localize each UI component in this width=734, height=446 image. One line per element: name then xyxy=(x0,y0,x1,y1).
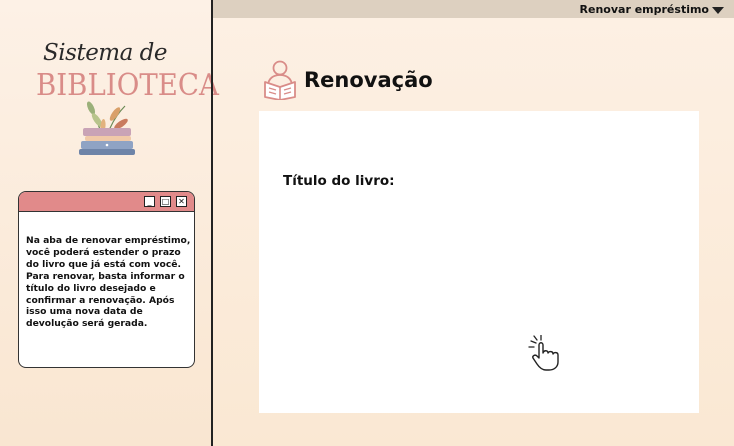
sidebar: Sistema de BIBLIOTECA _ □ ✕ Na aba de re… xyxy=(0,0,219,446)
books-stack-icon xyxy=(79,101,135,155)
logo-script-text: Sistema de xyxy=(43,40,167,66)
minimize-button[interactable]: _ xyxy=(144,196,155,207)
renew-loan-menu-label[interactable]: Renovar empréstimo xyxy=(580,3,709,16)
hand-pointer-icon xyxy=(528,335,559,371)
book-title-label: Título do livro: xyxy=(283,173,395,189)
book-title-input[interactable] xyxy=(283,195,673,219)
app-logo: Sistema de BIBLIOTECA xyxy=(30,38,219,160)
maximize-button[interactable]: □ xyxy=(160,196,171,207)
top-bar: Renovar empréstimo xyxy=(213,0,734,18)
close-button[interactable]: ✕ xyxy=(176,196,187,207)
chevron-down-icon[interactable] xyxy=(712,6,724,14)
help-window: _ □ ✕ Na aba de renovar empréstimo, você… xyxy=(18,191,195,368)
renewal-form-card: Título do livro: xyxy=(259,111,699,413)
help-window-titlebar: _ □ ✕ xyxy=(19,192,194,212)
page-title: Renovação xyxy=(304,68,433,92)
help-text: Na aba de renovar empréstimo, você poder… xyxy=(26,235,191,330)
reading-person-icon xyxy=(264,60,296,100)
sidebar-divider xyxy=(211,0,213,446)
page-header: Renovação xyxy=(262,58,433,102)
renew-loan-menu[interactable]: Renovar empréstimo xyxy=(580,1,724,17)
